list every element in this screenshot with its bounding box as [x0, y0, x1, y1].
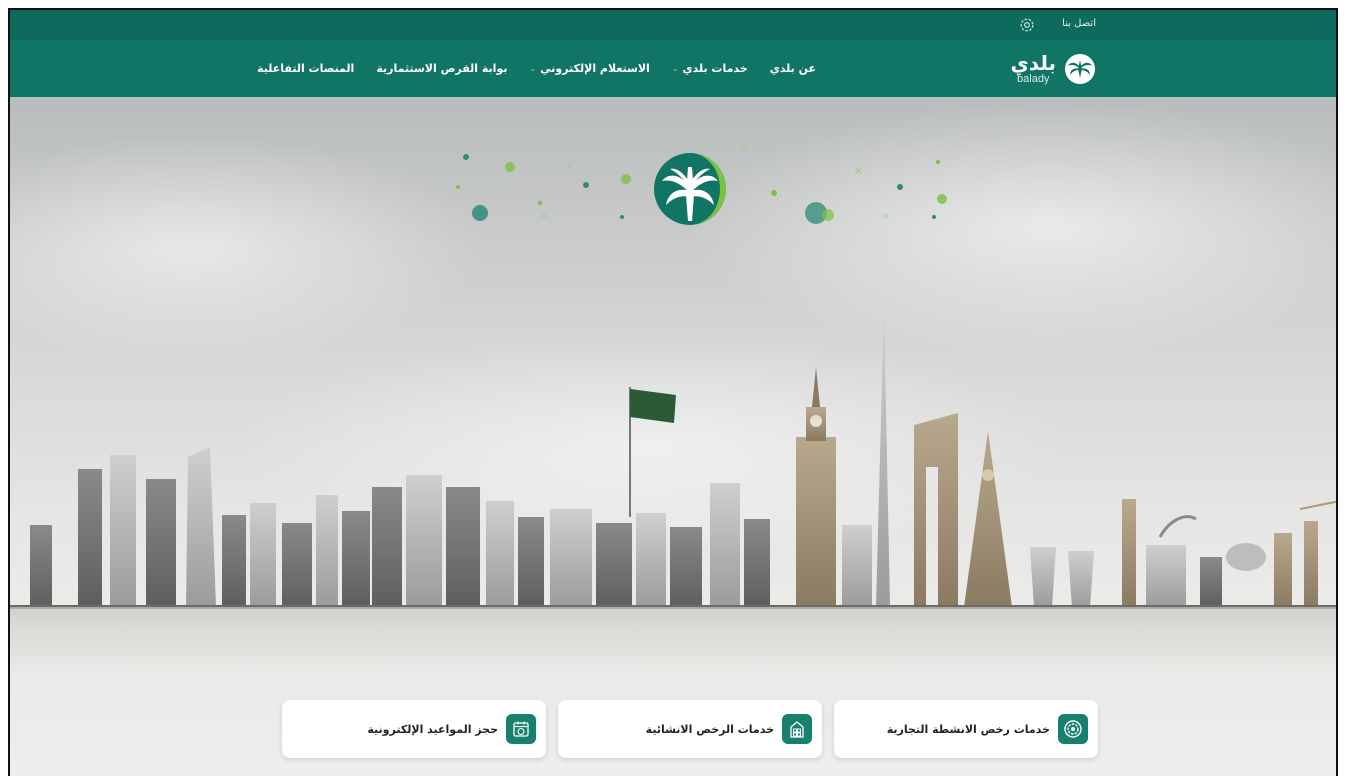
balady-emblem-graphic: × × × × × — [456, 141, 947, 225]
hero-banner: × × × × × خدمات رخص الانشطة التجارية خدم… — [10, 97, 1336, 776]
svg-text:×: × — [853, 164, 864, 179]
nav-item-label: المنصات التفاعلية — [257, 62, 355, 75]
building-icon — [782, 714, 812, 744]
nav-item-label: الاستعلام الإلكتروني — [540, 62, 650, 75]
chevron-down-icon: ⌄ — [529, 64, 537, 73]
logo-latin-text: balady — [1017, 73, 1050, 85]
settings-gear-icon[interactable] — [1018, 16, 1036, 34]
service-card-construction-licenses[interactable]: خدمات الرخص الانشائية — [558, 700, 822, 758]
service-card-appointments[interactable]: حجز المواعيد الإلكترونية — [282, 700, 546, 758]
palm-emblem-icon — [654, 153, 726, 225]
svg-text:×: × — [540, 209, 549, 222]
nav-menu: عن بلدي خدمات بلدي ⌄ الاستعلام الإلكترون… — [257, 62, 816, 75]
logo-arabic-text: بلدي — [1010, 51, 1056, 75]
service-cards: خدمات رخص الانشطة التجارية خدمات الرخص ا… — [282, 700, 1098, 760]
nav-item-interactive-platforms[interactable]: المنصات التفاعلية — [257, 62, 354, 75]
service-card-label: حجز المواعيد الإلكترونية — [367, 722, 498, 736]
service-card-label: خدمات الرخص الانشائية — [645, 722, 774, 736]
logo-wordmark: بلدي balady — [1010, 53, 1056, 85]
nav-item-investment-portal[interactable]: بوابة الفرص الاستثمارية — [376, 62, 507, 75]
nav-item-services[interactable]: خدمات بلدي ⌄ — [672, 62, 748, 75]
service-card-label: خدمات رخص الانشطة التجارية — [886, 722, 1050, 736]
nav-item-e-inquiry[interactable]: الاستعلام الإلكتروني ⌄ — [529, 62, 649, 75]
city-skyline-illustration — [10, 307, 1336, 609]
chevron-down-icon: ⌄ — [671, 64, 679, 73]
nav-item-label: بوابة الفرص الاستثمارية — [376, 62, 508, 75]
nav-item-about[interactable]: عن بلدي — [770, 62, 816, 75]
svg-text:×: × — [566, 162, 574, 172]
nav-item-label: خدمات بلدي — [682, 62, 748, 75]
utility-bar: اتصل بنا — [10, 10, 1336, 40]
palm-logo-icon — [1065, 54, 1095, 84]
nav-item-label: عن بلدي — [769, 62, 816, 75]
balady-logo[interactable]: بلدي balady — [1010, 52, 1096, 86]
browser-frame: اتصل بنا بلدي balady عن بلدي خدمات بلدي … — [8, 8, 1338, 776]
svg-text:×: × — [740, 141, 749, 154]
svg-text:×: × — [882, 212, 890, 222]
license-gear-icon — [1058, 714, 1088, 744]
contact-us-link[interactable]: اتصل بنا — [1062, 18, 1096, 29]
calendar-icon — [506, 714, 536, 744]
service-card-commercial-licenses[interactable]: خدمات رخص الانشطة التجارية — [834, 700, 1098, 758]
main-navigation: بلدي balady عن بلدي خدمات بلدي ⌄ الاستعل… — [10, 40, 1336, 97]
